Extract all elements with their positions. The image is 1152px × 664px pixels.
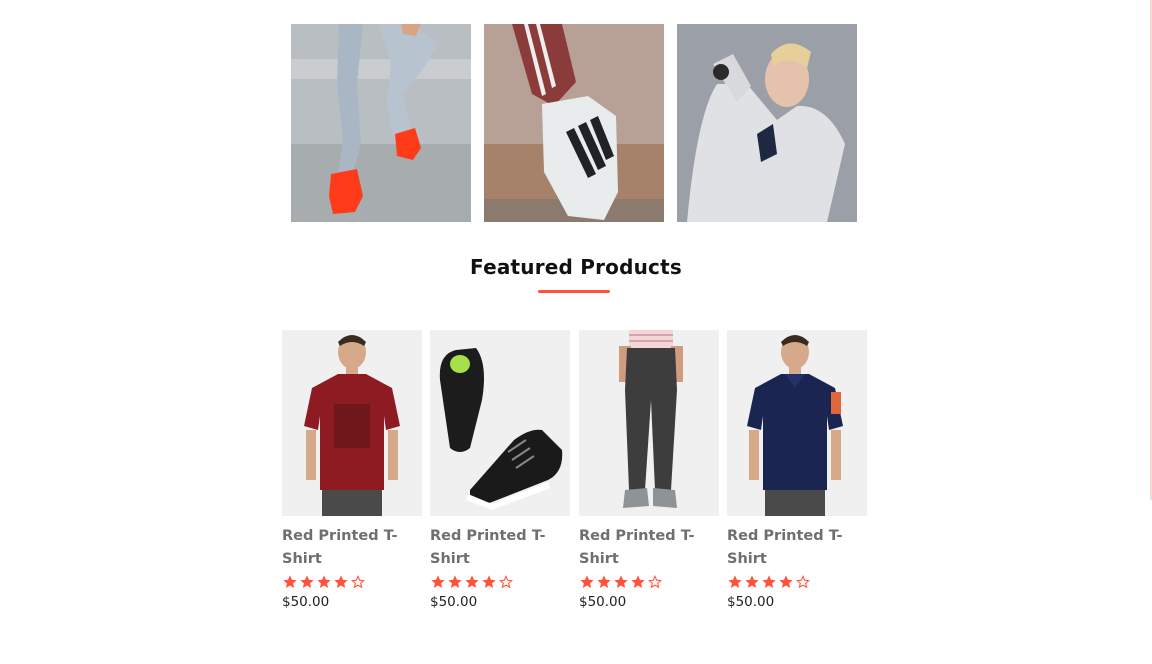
star-filled-icon (482, 575, 496, 588)
adidas-shoe-photo (484, 24, 664, 222)
category-adidas-shoe[interactable] (484, 24, 664, 222)
product-name[interactable]: Red Printed T-Shirt (430, 525, 570, 571)
star-filled-icon (745, 575, 759, 588)
product-rating (430, 574, 570, 590)
hoodie-photo (677, 24, 857, 222)
star-filled-icon (448, 575, 462, 588)
featured-products-title: Featured Products (470, 255, 682, 279)
category-hoodie[interactable] (677, 24, 857, 222)
product-name[interactable]: Red Printed T-Shirt (727, 525, 867, 571)
category-banners (291, 24, 857, 222)
product-card[interactable]: Red Printed T-Shirt $50.00 (282, 330, 422, 610)
product-image[interactable] (727, 330, 867, 516)
product-card[interactable]: Red Printed T-Shirt $50.00 (430, 330, 570, 610)
product-price: $50.00 (430, 594, 478, 610)
star-filled-icon (334, 575, 348, 588)
star-filled-icon (631, 575, 645, 588)
title-underline (538, 290, 610, 293)
product-rating (579, 574, 719, 590)
star-filled-icon (580, 575, 594, 588)
product-image[interactable] (282, 330, 422, 516)
star-filled-icon (762, 575, 776, 588)
product-name[interactable]: Red Printed T-Shirt (579, 525, 719, 571)
product-rating (727, 574, 867, 590)
star-filled-icon (431, 575, 445, 588)
star-filled-icon (728, 575, 742, 588)
star-empty-icon (498, 574, 514, 589)
category-sneakers[interactable] (291, 24, 471, 222)
product-price: $50.00 (727, 594, 775, 610)
star-empty-icon (647, 574, 663, 589)
star-filled-icon (283, 575, 297, 588)
sneakers-photo (291, 24, 471, 222)
product-image[interactable] (579, 330, 719, 516)
star-filled-icon (779, 575, 793, 588)
star-empty-icon (795, 574, 811, 589)
product-image[interactable] (430, 330, 570, 516)
product-rating (282, 574, 422, 590)
star-filled-icon (597, 575, 611, 588)
product-name[interactable]: Red Printed T-Shirt (282, 525, 422, 571)
star-filled-icon (465, 575, 479, 588)
star-filled-icon (317, 575, 331, 588)
star-filled-icon (614, 575, 628, 588)
star-empty-icon (350, 574, 366, 589)
product-card[interactable]: Red Printed T-Shirt $50.00 (579, 330, 719, 610)
product-price: $50.00 (282, 594, 330, 610)
product-price: $50.00 (579, 594, 627, 610)
product-card[interactable]: Red Printed T-Shirt $50.00 (727, 330, 867, 610)
star-filled-icon (300, 575, 314, 588)
